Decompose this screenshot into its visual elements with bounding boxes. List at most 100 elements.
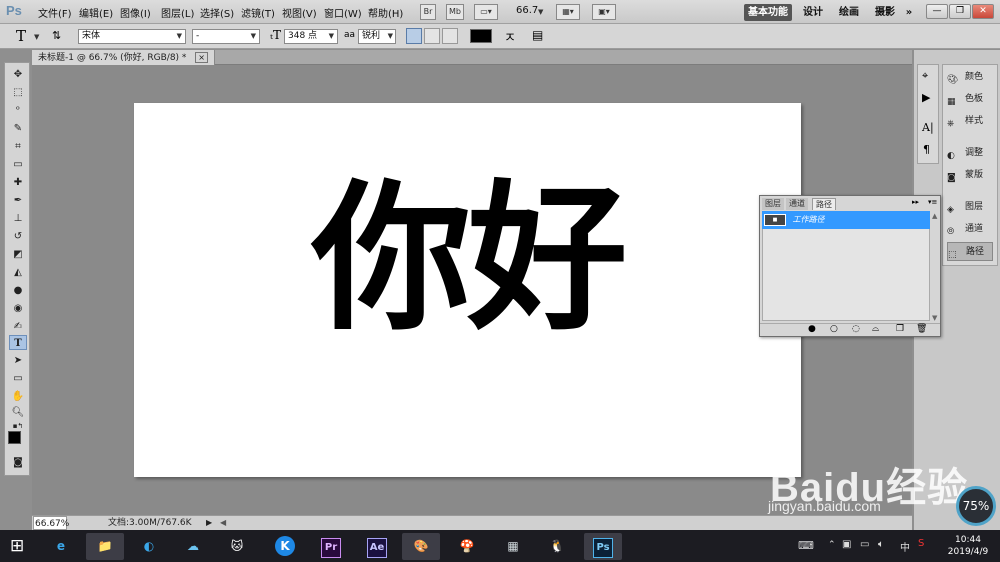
delete-path-icon[interactable]: 🗑︎ xyxy=(916,324,927,334)
qq-taskbar-icon[interactable]: 🐧 xyxy=(538,533,576,560)
character-icon[interactable]: A| xyxy=(922,121,934,134)
photoshop-taskbar-icon[interactable]: Ps xyxy=(584,533,622,560)
scroll-left-icon[interactable]: ◀ xyxy=(220,516,226,530)
bridge-button[interactable]: Br xyxy=(420,4,436,20)
quick-mask-icon[interactable]: ◙ xyxy=(9,455,27,470)
battery-icon[interactable]: ▭ xyxy=(860,539,869,550)
keyboard-icon[interactable]: ⌨ xyxy=(798,539,814,552)
workspace-essentials[interactable]: 基本功能 xyxy=(744,4,792,21)
font-family-select[interactable]: 宋体 ▼ xyxy=(78,29,186,44)
hand-tool-icon[interactable]: ✋ xyxy=(9,389,27,404)
ie-taskbar-icon[interactable]: e xyxy=(42,533,80,560)
healing-brush-icon[interactable]: ✚ xyxy=(9,175,27,190)
workspace-photography[interactable]: 摄影 xyxy=(872,4,898,21)
stroke-path-icon[interactable]: ○ xyxy=(830,324,838,334)
cloud-taskbar-icon[interactable]: ☁ xyxy=(174,533,212,560)
tool-app-taskbar-icon[interactable]: 🍄 xyxy=(448,533,486,560)
status-menu-arrow-icon[interactable]: ▶ xyxy=(206,516,212,530)
type-tool-icon[interactable]: T xyxy=(9,335,27,350)
eraser-tool-icon[interactable]: ◩ xyxy=(9,247,27,262)
menu-window[interactable]: 窗口(W) xyxy=(324,5,362,20)
k-app-taskbar-icon[interactable]: K xyxy=(266,533,304,560)
warp-text-icon[interactable]: ㅈ xyxy=(504,27,516,46)
paint-taskbar-icon[interactable]: 🎨 xyxy=(402,533,440,560)
dock-color[interactable]: 🎨︎ 颜色 xyxy=(947,68,993,87)
restore-icon[interactable]: ❐ xyxy=(949,4,971,19)
antialias-select[interactable]: 锐利 ▼ xyxy=(358,29,396,44)
font-size-input[interactable]: 348 点 ▼ xyxy=(284,29,338,44)
path-selection-icon[interactable]: ➤ xyxy=(9,353,27,368)
dock-swatches[interactable]: ▦ 色板 xyxy=(947,90,993,109)
font-style-select[interactable]: - ▼ xyxy=(192,29,260,44)
collapse-panel-icon[interactable]: ▸▸ xyxy=(912,198,919,206)
make-work-path-icon[interactable]: ⌓ xyxy=(872,324,879,334)
actions-icon[interactable]: ▶ xyxy=(922,91,930,104)
close-tab-icon[interactable]: × xyxy=(195,52,208,63)
tool-preset-chevron-icon[interactable]: ▼ xyxy=(34,33,39,41)
shape-tool-icon[interactable]: ▭ xyxy=(9,371,27,386)
dodge-tool-icon[interactable]: ◉ xyxy=(9,301,27,316)
view-extras-icon[interactable]: ▭▾ xyxy=(474,4,498,20)
menu-image[interactable]: 图像(I) xyxy=(120,5,151,20)
chevron-down-icon[interactable]: ▼ xyxy=(538,8,543,16)
dock-styles[interactable]: ⎈ 样式 xyxy=(947,112,993,131)
history-icon[interactable]: ⌖ xyxy=(922,69,928,83)
stamp-tool-icon[interactable]: ⊥ xyxy=(9,211,27,226)
panel-menu-icon[interactable]: ▾≡ xyxy=(928,198,937,206)
menu-filter[interactable]: 滤镜(T) xyxy=(241,5,275,20)
menu-select[interactable]: 选择(S) xyxy=(200,5,234,20)
tab-paths[interactable]: 路径 xyxy=(812,198,836,210)
arrange-documents-icon[interactable]: ▦▾ xyxy=(556,4,580,20)
paragraph-icon[interactable]: ¶ xyxy=(923,143,930,156)
text-color-swatch[interactable] xyxy=(470,29,492,43)
menu-layer[interactable]: 图层(L) xyxy=(161,5,194,20)
marquee-tool-icon[interactable]: ⬚ xyxy=(9,85,27,100)
network-icon[interactable]: ▣ xyxy=(842,539,851,550)
screen-mode-icon[interactable]: ▣▾ xyxy=(592,4,616,20)
tab-channels[interactable]: 通道 xyxy=(786,198,808,210)
scroll-down-icon[interactable]: ▼ xyxy=(932,314,937,322)
document-tab[interactable]: 未标题-1 @ 66.7% (你好, RGB/8) * × xyxy=(32,50,215,65)
text-orientation-icon[interactable]: ⇅ xyxy=(52,29,61,42)
more-workspaces-button[interactable]: » xyxy=(902,4,916,21)
close-icon[interactable]: ✕ xyxy=(972,4,994,19)
premiere-taskbar-icon[interactable]: Pr xyxy=(312,533,350,560)
tray-up-icon[interactable]: ⌃ xyxy=(828,540,836,550)
volume-icon[interactable]: 🔈︎ xyxy=(878,539,884,550)
browser-taskbar-icon[interactable]: ◐ xyxy=(130,533,168,560)
sogou-icon[interactable]: S xyxy=(918,538,924,549)
quick-select-tool-icon[interactable]: ✎ xyxy=(9,121,27,136)
new-path-icon[interactable]: ❐ xyxy=(896,324,904,334)
move-tool-icon[interactable]: ✥ xyxy=(9,67,27,82)
start-icon[interactable]: ⊞ xyxy=(10,536,24,556)
after-effects-taskbar-icon[interactable]: Ae xyxy=(358,533,396,560)
status-zoom[interactable]: 66.67% xyxy=(33,516,69,530)
paint-bucket-icon[interactable]: ◭ xyxy=(9,265,27,280)
workspace-design[interactable]: 设计 xyxy=(800,4,826,21)
path-row-work-path[interactable]: ■ 工作路径 xyxy=(762,211,930,229)
canvas-text-layer[interactable]: 你好 xyxy=(134,163,801,353)
workspace-painting[interactable]: 绘画 xyxy=(836,4,862,21)
system-clock[interactable]: 10:44 2019/4/9 xyxy=(938,534,998,558)
align-left-icon[interactable] xyxy=(406,28,422,44)
type-tool-icon[interactable]: T xyxy=(16,27,26,45)
scroll-up-icon[interactable]: ▲ xyxy=(932,212,937,220)
menu-view[interactable]: 视图(V) xyxy=(282,5,317,20)
history-brush-icon[interactable]: ↺ xyxy=(9,229,27,244)
zoom-level[interactable]: 66.7 xyxy=(516,5,538,16)
dock-layers[interactable]: ◈ 图层 xyxy=(947,198,993,217)
menu-edit[interactable]: 编辑(E) xyxy=(79,5,113,20)
crop-tool-icon[interactable]: ⌗ xyxy=(9,139,27,154)
dock-channels[interactable]: ⦾ 通道 xyxy=(947,220,993,239)
dock-paths[interactable]: ⬚ 路径 xyxy=(947,242,993,261)
mini-bridge-button[interactable]: Mb xyxy=(446,4,464,20)
ime-indicator[interactable]: 中 xyxy=(900,539,910,554)
path-as-selection-icon[interactable]: ◌ xyxy=(852,324,860,334)
menu-file[interactable]: 文件(F) xyxy=(38,5,72,20)
dock-adjustments[interactable]: ◐ 调整 xyxy=(947,144,993,163)
menu-help[interactable]: 帮助(H) xyxy=(368,5,403,20)
document-canvas[interactable]: 你好 xyxy=(134,103,801,477)
foreground-color-swatch[interactable] xyxy=(8,431,21,444)
brush-tool-icon[interactable]: ✒ xyxy=(9,193,27,208)
minimize-icon[interactable]: — xyxy=(926,4,948,19)
